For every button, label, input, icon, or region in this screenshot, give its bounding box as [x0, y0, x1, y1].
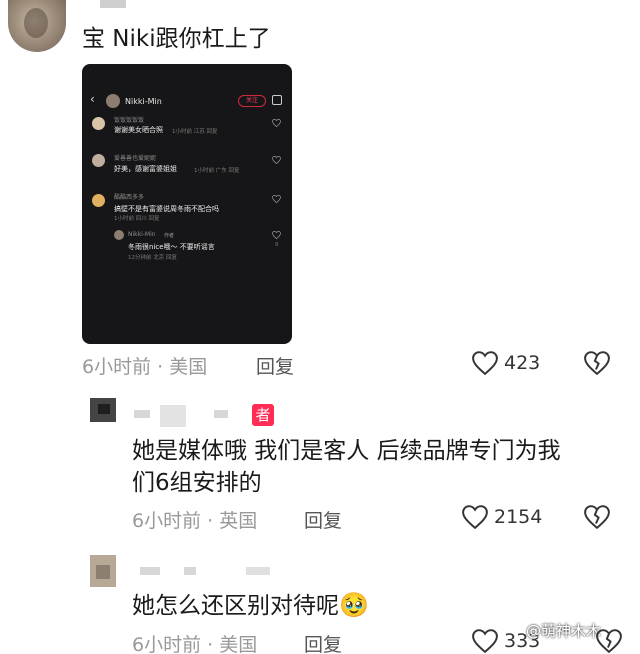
pleading-face-emoji: 🥹	[339, 591, 369, 619]
comment-meta: 1小时前 四川 回复	[114, 216, 160, 222]
like-count: 423	[504, 352, 541, 374]
like-count: 9	[275, 242, 279, 248]
heart-icon	[272, 119, 281, 127]
watermark: @萌神木木	[526, 622, 602, 640]
reply-button[interactable]: 回复	[256, 352, 294, 379]
author-tag: 作者	[164, 233, 175, 239]
broken-heart-icon[interactable]	[596, 629, 622, 653]
username-blurred	[134, 410, 150, 418]
share-icon	[272, 95, 282, 105]
comment-text: 宝 Niki跟你杠上了	[82, 26, 271, 52]
avatar	[114, 230, 124, 240]
username-blurred	[184, 567, 196, 575]
avatar-blur	[98, 404, 110, 414]
embedded-screenshot[interactable]: ‹ Nikki-Min 关注 饭饭饭饭饭 谢谢美女晒合照 1小时前 江苏 回复 …	[82, 64, 292, 344]
comment-text: 好美，感谢富婆姐姐	[114, 165, 177, 173]
comment-meta: 1小时前 广东 回复	[194, 168, 240, 174]
avatar	[92, 117, 105, 130]
comment-text: 冬雨很nice哦～ 不要听谣言	[128, 243, 215, 251]
heart-icon	[272, 156, 281, 164]
profile-name: Nikki-Min	[125, 97, 162, 106]
comment-username: Nikki-Min	[128, 231, 156, 238]
username-blurred	[246, 567, 270, 575]
comment-time: 6小时前 · 美国	[132, 634, 258, 654]
comment-text-continued: 们6组安排的	[132, 470, 262, 496]
like-count: 2154	[494, 506, 543, 528]
username-blurred	[160, 405, 186, 427]
comment-meta: 12分钟前 北京 回复	[128, 255, 177, 261]
comment-time: 6小时前 · 美国	[82, 356, 208, 378]
broken-heart-icon[interactable]	[584, 505, 610, 529]
avatar	[106, 94, 120, 108]
avatar	[92, 194, 105, 207]
comment-text: 她是媒体哦 我们是客人 后续品牌专门为我	[132, 438, 561, 464]
heart-icon	[272, 231, 281, 239]
comment-text: 搞壁不是有富婆说周冬雨不配合吗	[114, 205, 219, 213]
username-blurred	[140, 567, 160, 575]
comment-text: 谢谢美女晒合照	[114, 126, 163, 134]
heart-icon	[472, 351, 498, 375]
heart-icon	[272, 195, 281, 203]
avatar-blur	[96, 565, 110, 579]
like-button[interactable]: 2154	[462, 505, 542, 529]
follow-button: 关注	[238, 95, 266, 107]
back-icon: ‹	[90, 92, 95, 106]
comment-text: 她怎么还区别对待呢🥹	[132, 591, 369, 619]
avatar[interactable]	[8, 0, 66, 52]
comment-meta: 1小时前 江苏 回复	[172, 129, 218, 135]
author-badge: 者	[252, 404, 274, 426]
username-blurred	[214, 410, 228, 418]
heart-icon	[472, 629, 498, 653]
reply-button[interactable]: 回复	[304, 506, 342, 533]
broken-heart-icon[interactable]	[584, 351, 610, 375]
avatar	[92, 154, 105, 167]
heart-icon	[462, 505, 488, 529]
username-blurred	[100, 0, 126, 8]
comment-username: 酷酷西多多	[114, 194, 145, 201]
comment-username: 饭饭饭饭饭	[114, 117, 145, 124]
comment-username: 爱善善也爱妮妮	[114, 155, 157, 162]
reply-button[interactable]: 回复	[304, 630, 342, 654]
comment-time: 6小时前 · 英国	[132, 510, 258, 532]
like-button[interactable]: 423	[472, 351, 540, 375]
